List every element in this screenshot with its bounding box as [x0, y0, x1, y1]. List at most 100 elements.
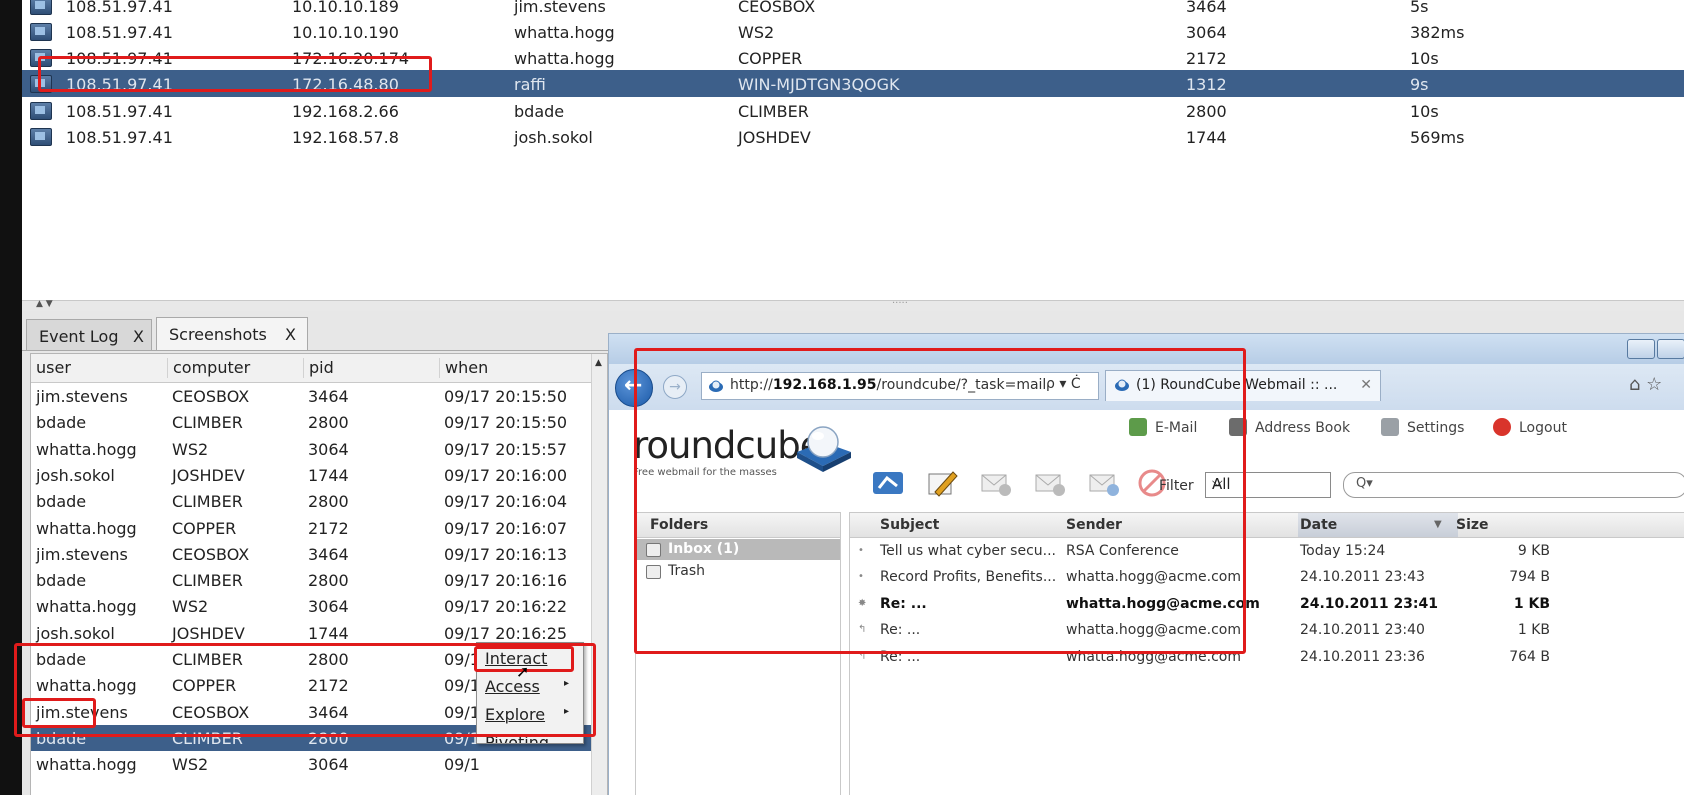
session-row[interactable]: 108.51.97.41 10.10.10.189 jim.stevens CE… [22, 0, 1684, 19]
mouse-cursor-icon: ➚ [516, 662, 530, 681]
cell-when: 09/17 20:16:22 [444, 597, 568, 617]
cell-computer: COPPER [172, 518, 237, 538]
pid: 3064 [1186, 23, 1227, 42]
tab-close-icon[interactable]: ✕ [1360, 377, 1372, 393]
pid: 1744 [1186, 128, 1227, 147]
beacon-icon [30, 128, 52, 146]
pid: 2800 [1186, 102, 1227, 121]
session-row[interactable]: 108.51.97.41 192.168.2.66 bdade CLIMBER … [22, 97, 1684, 124]
cell-pid: 3064 [308, 439, 349, 459]
highlight-box-session [38, 56, 432, 92]
column-size[interactable]: Size [1456, 517, 1489, 533]
cell-when: 09/17 20:16:16 [444, 571, 568, 591]
pid: 2172 [1186, 49, 1227, 68]
last-seen: 10s [1410, 102, 1439, 121]
restore-icon[interactable] [1657, 339, 1684, 359]
computer: WS2 [738, 23, 775, 42]
cell-pid: 3064 [308, 755, 349, 775]
cobalt-strike-window: 108.51.97.41 10.10.10.189 jim.stevens CE… [0, 0, 1684, 795]
search-icon: Q▾ [1356, 476, 1373, 491]
column-date[interactable]: Date [1300, 517, 1337, 533]
session-row[interactable]: 108.51.97.41 10.10.10.190 whatta.hogg WS… [22, 18, 1684, 45]
tab-screenshots[interactable]: Screenshots X [156, 317, 308, 350]
sort-arrow-icon[interactable]: ▼ [1434, 519, 1442, 530]
cell-pid: 1744 [308, 623, 349, 643]
external-ip: 108.51.97.41 [66, 102, 173, 121]
message-date: 24.10.2011 23:36 [1300, 648, 1425, 665]
external-ip: 108.51.97.41 [66, 23, 173, 42]
cell-user: josh.sokol [36, 465, 115, 485]
cell-pid: 2800 [308, 492, 349, 512]
message-date: 24.10.2011 23:40 [1300, 622, 1425, 639]
external-ip: 108.51.97.41 [66, 128, 173, 147]
scroll-up-icon[interactable]: ▲ [595, 358, 602, 368]
screenshot-row[interactable]: jim.stevens CEOSBOX 3464 09/17 20:15:50 [31, 383, 607, 410]
cell-when: 09/17 20:15:50 [444, 387, 568, 406]
beacon-icon [30, 102, 52, 120]
screenshot-row[interactable]: josh.sokol JOSHDEV 1744 09/17 20:16:00 [31, 461, 607, 489]
computer: CLIMBER [738, 102, 809, 121]
column-pid[interactable]: pid [303, 358, 334, 378]
cell-when: 09/17 20:16:07 [444, 518, 568, 538]
column-user[interactable]: user [31, 358, 71, 378]
last-seen: 10s [1410, 49, 1439, 68]
screenshot-row[interactable]: whatta.hogg WS2 3064 09/17 20:15:57 [31, 435, 607, 463]
logout-link[interactable]: Logout [1493, 418, 1567, 436]
collapse-arrows-icon[interactable]: ▲ ▼ [36, 299, 53, 309]
computer: CEOSBOX [738, 0, 816, 16]
pid: 3464 [1186, 0, 1227, 16]
tab-close-icon[interactable]: X [285, 325, 296, 344]
pid: 1312 [1186, 75, 1227, 94]
screenshot-row[interactable]: whatta.hogg WS2 3064 09/1 [31, 751, 607, 779]
cell-computer: CLIMBER [172, 571, 243, 591]
last-seen: 9s [1410, 75, 1429, 94]
screenshot-row[interactable]: bdade CLIMBER 2800 09/17 20:16:04 [31, 488, 607, 516]
message-size: 764 B [1509, 648, 1550, 665]
screenshot-row[interactable]: whatta.hogg WS2 3064 09/17 20:16:22 [31, 593, 607, 621]
cell-pid: 3464 [308, 544, 349, 564]
cell-pid: 3064 [308, 597, 349, 617]
cell-user: whatta.hogg [36, 518, 137, 538]
highlight-box-browser [634, 348, 1246, 654]
grip-icon: ····· [892, 298, 908, 309]
computer: COPPER [738, 49, 803, 68]
message-size: 1 KB [1513, 595, 1550, 612]
cell-computer: CLIMBER [172, 492, 243, 512]
cell-when: 09/1 [444, 755, 480, 775]
screenshot-row[interactable]: jim.stevens CEOSBOX 3464 09/17 20:16:13 [31, 540, 607, 568]
screenshot-row[interactable]: bdade CLIMBER 2800 09/17 20:16:16 [31, 567, 607, 595]
cell-user: bdade [36, 413, 87, 433]
settings-link[interactable]: Settings [1381, 418, 1464, 436]
user: raffi [514, 75, 546, 94]
tab-event-log[interactable]: Event Log X [26, 319, 152, 350]
mail-search-input[interactable]: Q▾ [1343, 472, 1684, 498]
cell-pid: 2800 [308, 571, 349, 591]
screenshot-row[interactable]: bdade CLIMBER 2800 09/17 20:15:50 [31, 409, 607, 437]
cell-user: jim.stevens [36, 544, 128, 564]
list-header: user computer pid when [31, 354, 607, 383]
internal-ip: 192.168.57.8 [292, 128, 399, 147]
user: jim.stevens [514, 0, 606, 16]
settings-icon [1381, 418, 1399, 436]
horizontal-splitter[interactable]: ▲ ▼ ····· [22, 298, 1684, 311]
computer: WIN-MJDTGN3QOGK [738, 75, 900, 94]
tab-close-icon[interactable]: X [133, 327, 144, 346]
column-computer[interactable]: computer [167, 358, 250, 378]
message-date: Today 15:24 [1300, 543, 1386, 559]
message-date: 24.10.2011 23:43 [1300, 569, 1425, 586]
last-seen: 569ms [1410, 128, 1465, 147]
user: bdade [514, 102, 565, 121]
link-label: Logout [1519, 420, 1567, 436]
cell-computer: JOSHDEV [172, 465, 245, 485]
minimize-icon[interactable] [1627, 339, 1655, 359]
tab-label: Screenshots [169, 325, 267, 344]
cell-pid: 2800 [308, 413, 349, 433]
computer: JOSHDEV [738, 128, 811, 147]
cell-pid: 1744 [308, 465, 349, 485]
screenshot-row[interactable]: whatta.hogg COPPER 2172 09/17 20:16:07 [31, 514, 607, 542]
cell-user: josh.sokol [36, 623, 115, 643]
column-when[interactable]: when [439, 358, 488, 378]
session-row[interactable]: 108.51.97.41 192.168.57.8 josh.sokol JOS… [22, 123, 1684, 150]
address-book-link[interactable]: Address Book [1229, 418, 1350, 436]
home-icon[interactable]: ⌂ ☆ [1629, 374, 1662, 395]
